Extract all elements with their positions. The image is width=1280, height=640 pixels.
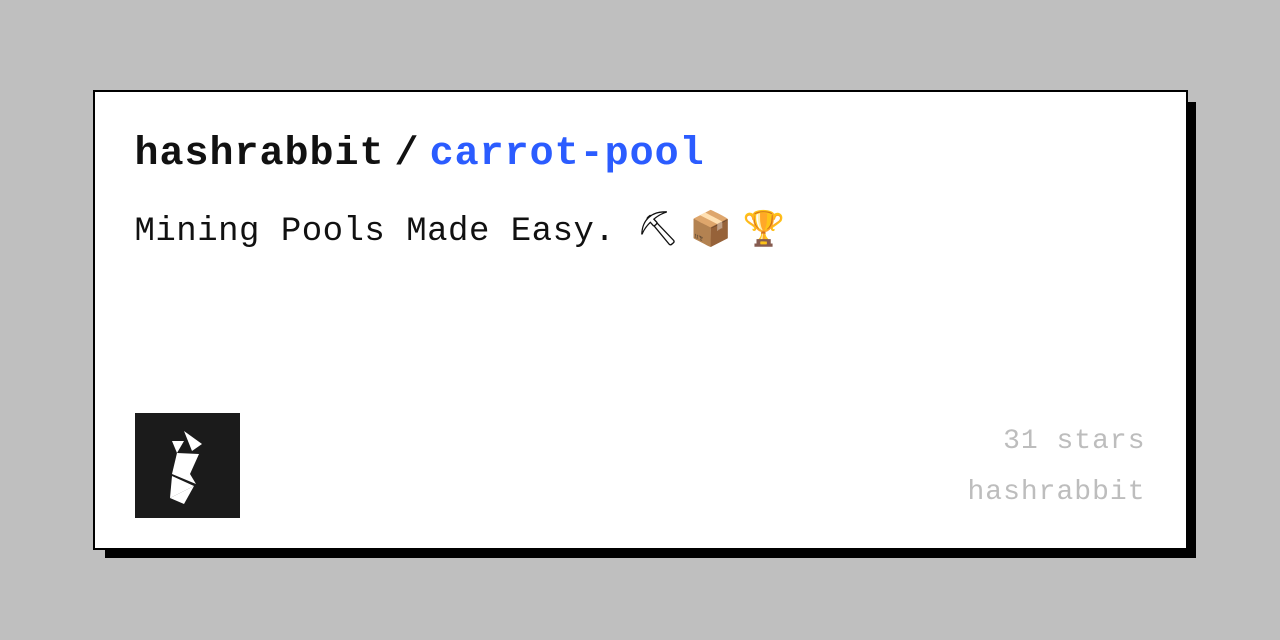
repo-title: hashrabbit / carrot-pool [135, 132, 1146, 177]
description-text: Mining Pools Made Easy. [135, 213, 616, 251]
author-name: hashrabbit [967, 468, 1145, 518]
stars-count: 31 stars [967, 417, 1145, 467]
description-emojis: ⛏ 📦 🏆 [636, 210, 785, 248]
repo-description: Mining Pools Made Easy. ⛏ 📦 🏆 [135, 207, 1146, 254]
repo-meta: 31 stars hashrabbit [967, 417, 1145, 518]
repo-name[interactable]: carrot-pool [430, 132, 705, 177]
card-inner: hashrabbit / carrot-pool Mining Pools Ma… [95, 92, 1186, 548]
repo-card: hashrabbit / carrot-pool Mining Pools Ma… [93, 90, 1188, 550]
title-separator: / [395, 132, 420, 177]
rabbit-icon [152, 426, 222, 506]
card-footer: 31 stars hashrabbit [135, 413, 1146, 518]
avatar[interactable] [135, 413, 240, 518]
repo-owner[interactable]: hashrabbit [135, 132, 385, 177]
